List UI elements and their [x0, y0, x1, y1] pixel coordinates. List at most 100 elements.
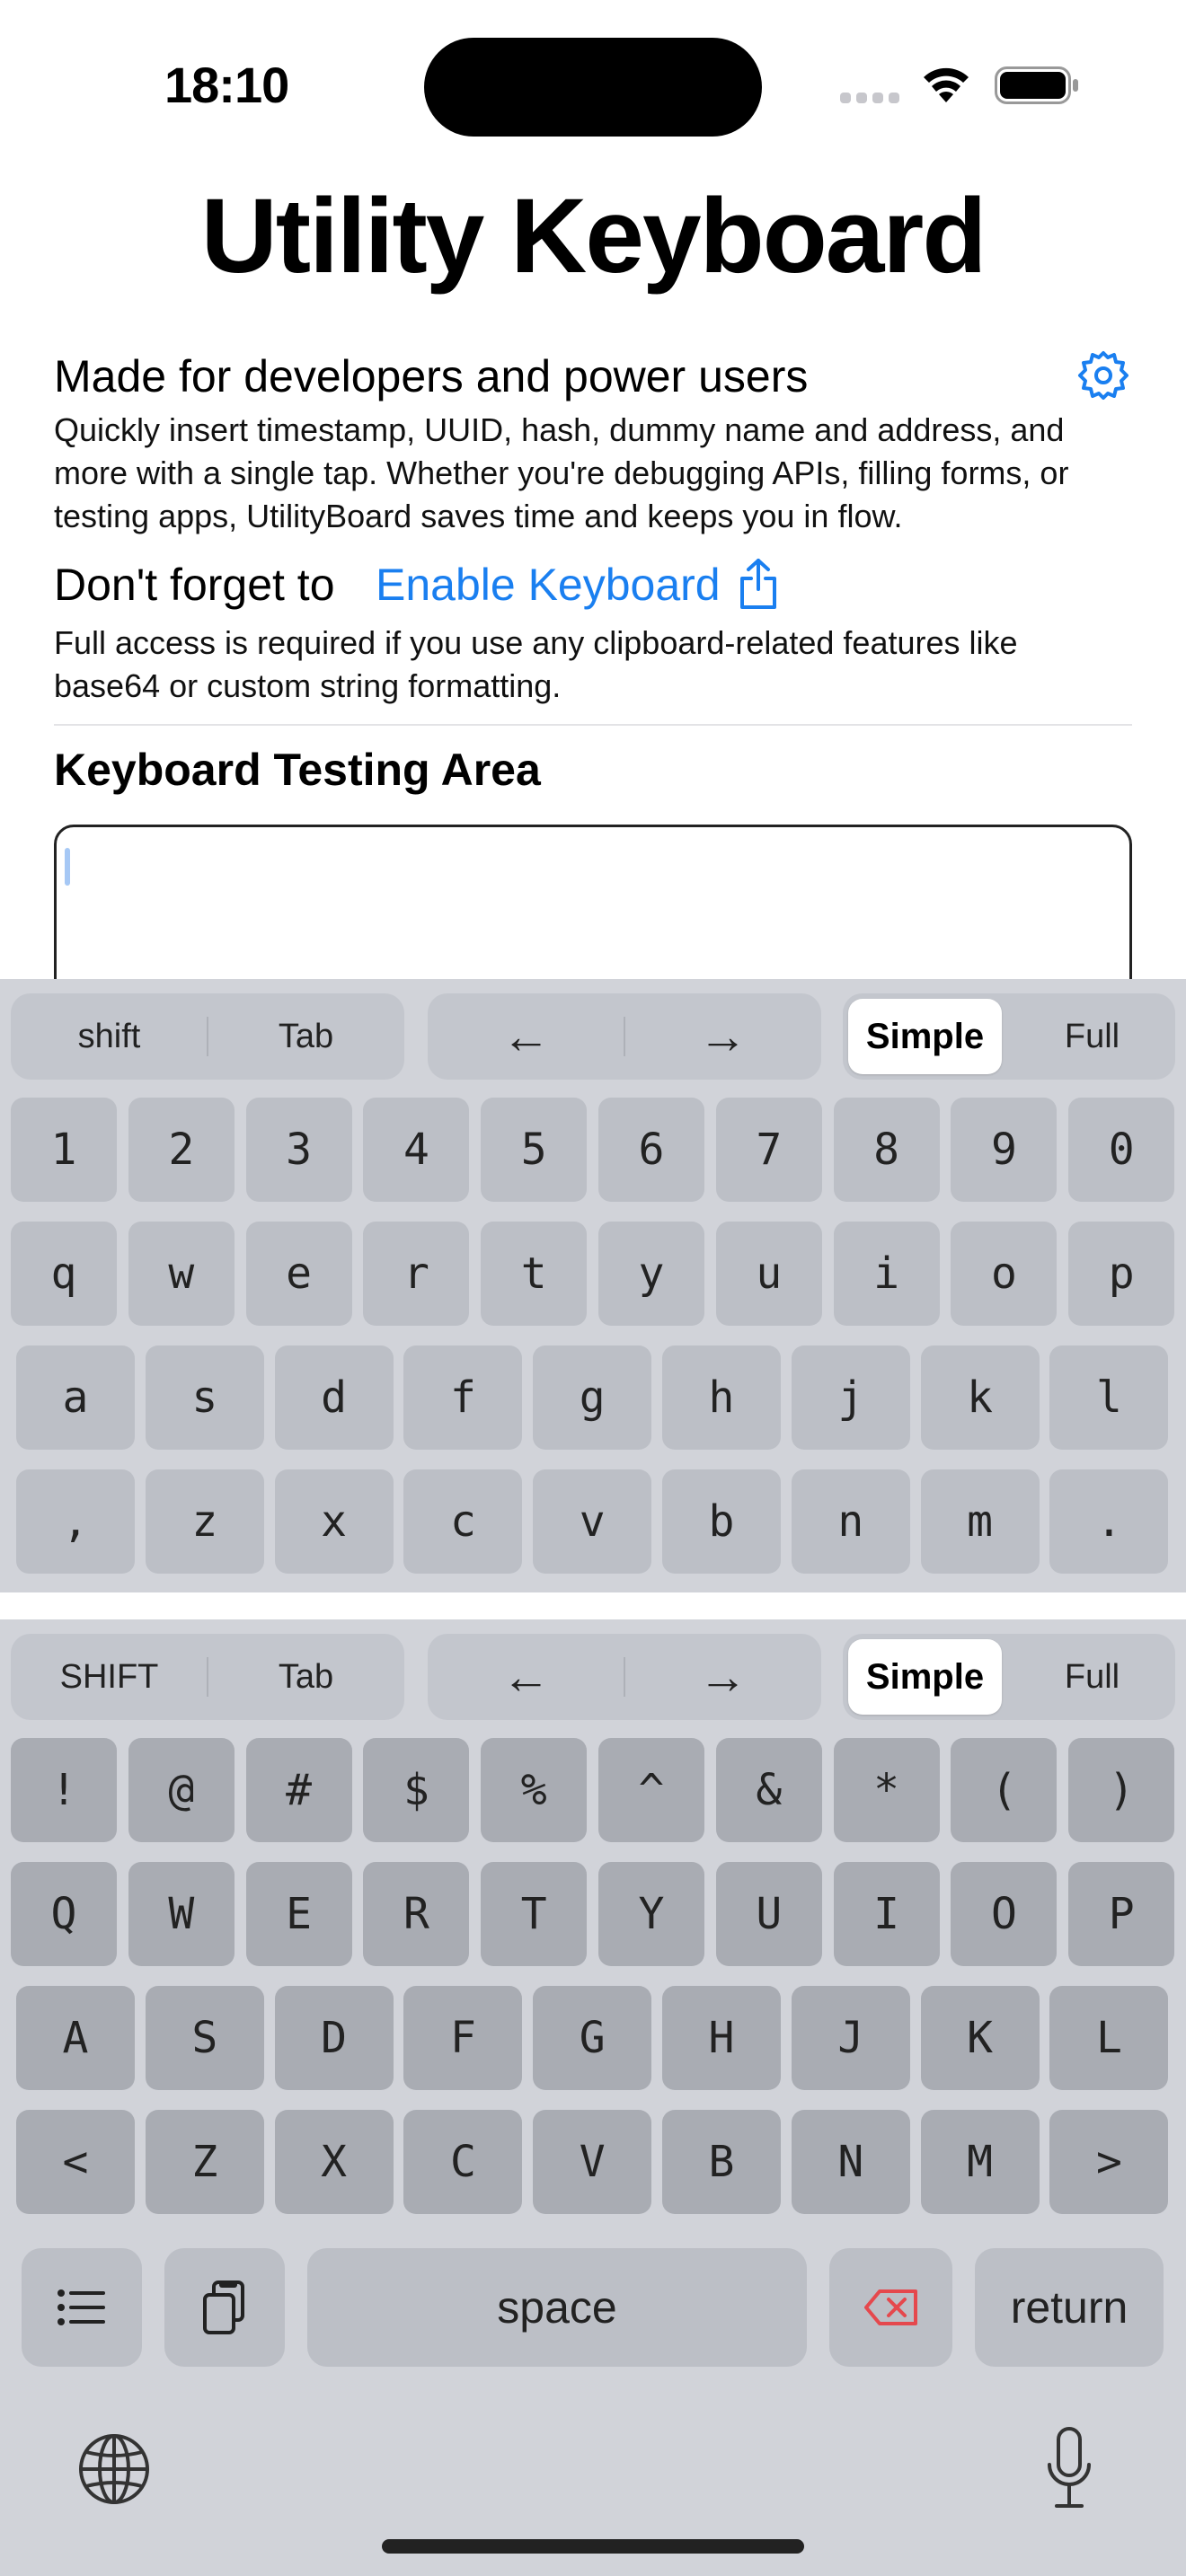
key[interactable]: P — [1068, 1862, 1175, 1966]
key[interactable]: d — [274, 1345, 394, 1450]
list-button[interactable] — [22, 2248, 142, 2367]
key[interactable]: V — [533, 2110, 652, 2214]
full-mode-tab[interactable]: Full — [1009, 993, 1175, 1080]
key[interactable]: 8 — [833, 1098, 940, 1202]
key[interactable]: J — [791, 1986, 910, 2090]
key[interactable]: C — [403, 2110, 523, 2214]
key[interactable]: L — [1049, 1986, 1169, 2090]
key[interactable]: 6 — [598, 1098, 704, 1202]
key[interactable]: A — [16, 1986, 135, 2090]
key[interactable]: , — [16, 1469, 135, 1574]
key[interactable]: c — [403, 1469, 523, 1574]
key[interactable]: Q — [11, 1862, 117, 1966]
full-mode-tab[interactable]: Full — [1009, 1634, 1175, 1720]
key[interactable]: K — [920, 1986, 1040, 2090]
return-key[interactable]: return — [975, 2248, 1164, 2367]
key[interactable]: Z — [145, 2110, 264, 2214]
key[interactable]: B — [662, 2110, 781, 2214]
key[interactable]: o — [951, 1222, 1058, 1326]
key[interactable]: * — [833, 1738, 940, 1842]
share-icon[interactable] — [737, 557, 780, 611]
key[interactable]: ( — [951, 1738, 1058, 1842]
key[interactable]: ^ — [598, 1738, 704, 1842]
microphone-icon[interactable] — [1044, 2425, 1094, 2511]
key[interactable]: @ — [128, 1738, 235, 1842]
key[interactable]: & — [715, 1738, 822, 1842]
left-arrow-button[interactable]: ← — [428, 993, 624, 1080]
key[interactable]: 5 — [481, 1098, 588, 1202]
key[interactable]: 2 — [128, 1098, 235, 1202]
key[interactable]: M — [920, 2110, 1040, 2214]
key[interactable]: I — [833, 1862, 940, 1966]
key[interactable]: 4 — [363, 1098, 470, 1202]
shift-button[interactable]: shift — [11, 993, 208, 1080]
key[interactable]: g — [533, 1345, 652, 1450]
key[interactable]: D — [274, 1986, 394, 2090]
key[interactable]: e — [245, 1222, 352, 1326]
simple-mode-tab[interactable]: Simple — [848, 1639, 1002, 1715]
key[interactable]: l — [1049, 1345, 1169, 1450]
key[interactable]: 0 — [1068, 1098, 1175, 1202]
key[interactable]: r — [363, 1222, 470, 1326]
right-arrow-button[interactable]: → — [624, 993, 821, 1080]
key[interactable]: X — [274, 2110, 394, 2214]
key[interactable]: 9 — [951, 1098, 1058, 1202]
key[interactable]: h — [662, 1345, 781, 1450]
tab-button[interactable]: Tab — [208, 1634, 404, 1720]
simple-mode-tab[interactable]: Simple — [848, 999, 1002, 1074]
key[interactable]: j — [791, 1345, 910, 1450]
key[interactable]: < — [16, 2110, 135, 2214]
cellular-signal-icon — [840, 93, 899, 103]
key[interactable]: # — [245, 1738, 352, 1842]
key[interactable]: i — [833, 1222, 940, 1326]
clipboard-button[interactable] — [164, 2248, 285, 2367]
key[interactable]: $ — [363, 1738, 470, 1842]
key[interactable]: Y — [598, 1862, 704, 1966]
key[interactable]: ) — [1068, 1738, 1175, 1842]
key[interactable]: E — [245, 1862, 352, 1966]
key[interactable]: R — [363, 1862, 470, 1966]
key[interactable]: N — [791, 2110, 910, 2214]
key[interactable]: T — [481, 1862, 588, 1966]
key[interactable]: ! — [11, 1738, 117, 1842]
key[interactable]: f — [403, 1345, 523, 1450]
key[interactable]: . — [1049, 1469, 1169, 1574]
key[interactable]: H — [662, 1986, 781, 2090]
right-arrow-button[interactable]: → — [624, 1634, 821, 1720]
key[interactable]: W — [128, 1862, 235, 1966]
key[interactable]: q — [11, 1222, 117, 1326]
key[interactable]: 7 — [715, 1098, 822, 1202]
key[interactable]: % — [481, 1738, 588, 1842]
tab-button[interactable]: Tab — [208, 993, 404, 1080]
key[interactable]: w — [128, 1222, 235, 1326]
key[interactable]: p — [1068, 1222, 1175, 1326]
key[interactable]: 3 — [245, 1098, 352, 1202]
gear-icon[interactable] — [1076, 348, 1130, 402]
key[interactable]: > — [1049, 2110, 1169, 2214]
key[interactable]: z — [145, 1469, 264, 1574]
space-key[interactable]: space — [307, 2248, 807, 2367]
key[interactable]: a — [16, 1345, 135, 1450]
key[interactable]: m — [920, 1469, 1040, 1574]
key[interactable]: F — [403, 1986, 523, 2090]
key[interactable]: 1 — [11, 1098, 117, 1202]
key[interactable]: y — [598, 1222, 704, 1326]
key[interactable]: t — [481, 1222, 588, 1326]
key[interactable]: k — [920, 1345, 1040, 1450]
globe-icon[interactable] — [77, 2432, 151, 2506]
enable-keyboard-link[interactable]: Enable Keyboard — [376, 559, 721, 611]
key[interactable]: x — [274, 1469, 394, 1574]
testing-text-area[interactable] — [54, 825, 1132, 1004]
delete-button[interactable] — [829, 2248, 952, 2367]
left-arrow-button[interactable]: ← — [428, 1634, 624, 1720]
shift-button[interactable]: SHIFT — [11, 1634, 208, 1720]
key[interactable]: O — [951, 1862, 1058, 1966]
key[interactable]: G — [533, 1986, 652, 2090]
key[interactable]: U — [715, 1862, 822, 1966]
key[interactable]: s — [145, 1345, 264, 1450]
key[interactable]: S — [145, 1986, 264, 2090]
key[interactable]: v — [533, 1469, 652, 1574]
key[interactable]: n — [791, 1469, 910, 1574]
key[interactable]: b — [662, 1469, 781, 1574]
key[interactable]: u — [715, 1222, 822, 1326]
